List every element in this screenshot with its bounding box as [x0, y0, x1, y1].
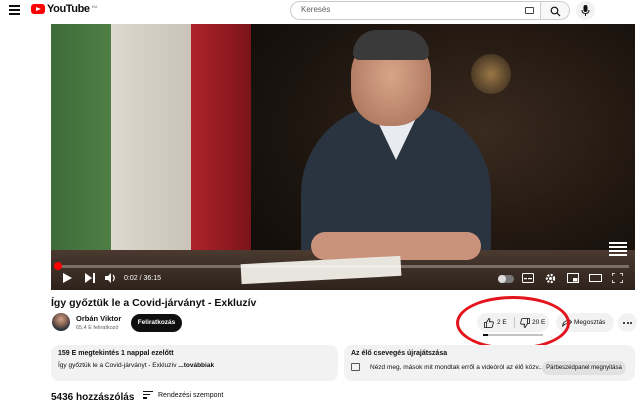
view-count-and-date: 159 E megtekintés 1 nappal ezelőtt — [58, 350, 174, 357]
fullscreen-icon[interactable] — [612, 273, 623, 283]
play-logo-icon — [31, 4, 45, 14]
lamp-glow — [471, 54, 511, 94]
logo-text: YouTube — [47, 3, 90, 15]
live-chat-replay-box: Az élő csevegés újrajátszása Nézd meg, m… — [344, 345, 635, 381]
description-box[interactable]: 159 E megtekintés 1 nappal ezelőtt Így g… — [51, 345, 338, 381]
search-placeholder: Keresés — [301, 5, 331, 14]
channel-name[interactable]: Orbán Viktor — [76, 314, 121, 323]
chat-bubble-icon — [351, 363, 360, 371]
logo-country-code: HU — [91, 3, 98, 9]
subscriber-count: 65,4 E feliratkozó — [76, 325, 119, 331]
microphone-icon — [581, 5, 590, 16]
red-highlight-circle — [456, 296, 570, 350]
next-icon[interactable] — [85, 273, 95, 283]
comments-count: 5436 hozzászólás — [51, 392, 135, 403]
search-icon — [550, 6, 561, 17]
description-text: Így győztük le a Covid-járványt - Exkluz… — [58, 362, 214, 369]
sort-icon — [143, 391, 153, 399]
youtube-logo[interactable]: YouTube HU — [31, 3, 97, 15]
chat-replay-text: Nézd meg, mások mit mondtak erről a vide… — [370, 364, 544, 371]
hamburger-menu-icon[interactable] — [9, 5, 20, 15]
more-actions-button[interactable] — [618, 313, 637, 332]
video-player[interactable]: 0:02 / 36:15 — [51, 24, 635, 290]
masthead: YouTube HU Keresés — [0, 0, 640, 22]
share-label: Megosztás — [574, 319, 606, 326]
autoplay-toggle[interactable] — [498, 275, 514, 283]
channel-watermark-icon[interactable] — [609, 242, 627, 262]
speaker-hair — [353, 30, 429, 60]
open-chat-button[interactable]: Párbeszédpanel megnyitása — [542, 361, 626, 375]
theater-mode-icon[interactable] — [589, 273, 602, 283]
miniplayer-icon[interactable] — [567, 273, 579, 283]
chat-replay-title: Az élő csevegés újrajátszása — [351, 350, 448, 357]
channel-avatar[interactable] — [52, 313, 70, 331]
subscribe-button[interactable]: Feliratkozás — [131, 314, 182, 332]
volume-icon[interactable] — [105, 273, 116, 283]
subtitles-icon[interactable] — [522, 273, 534, 283]
keyboard-icon[interactable] — [525, 7, 534, 14]
player-controls: 0:02 / 36:15 — [51, 271, 635, 287]
sort-comments-button[interactable]: Rendezési szempont — [143, 391, 223, 399]
sort-label: Rendezési szempont — [158, 391, 224, 399]
search-button[interactable] — [540, 1, 570, 20]
description-snippet: Így győztük le a Covid-járványt - Exkluz… — [58, 362, 179, 369]
video-title: Így győztük le a Covid-járványt - Exkluz… — [51, 297, 257, 309]
time-display: 0:02 / 36:15 — [124, 275, 161, 282]
progress-bar[interactable] — [54, 262, 629, 270]
voice-search-button[interactable] — [576, 1, 595, 20]
play-icon[interactable] — [63, 273, 72, 283]
settings-gear-icon[interactable] — [545, 273, 556, 284]
search-input[interactable]: Keresés — [290, 1, 540, 20]
show-more-link[interactable]: ...továbbiak — [178, 362, 214, 369]
